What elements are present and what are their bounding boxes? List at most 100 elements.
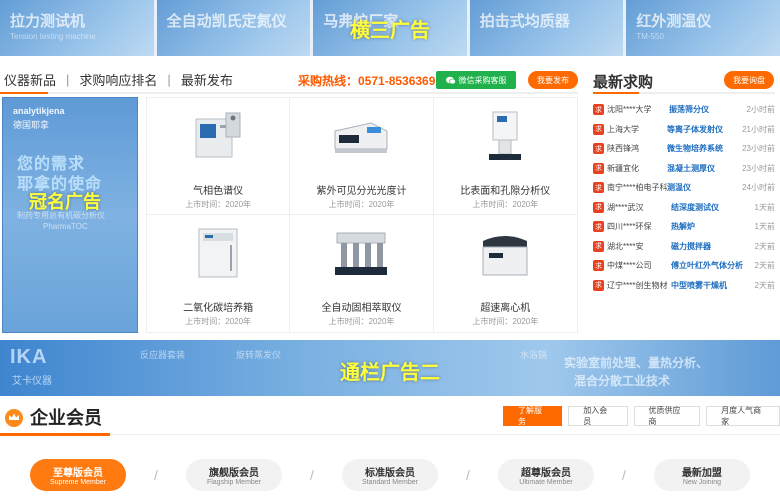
sponsor-ad-label: 冠名广告 bbox=[29, 192, 101, 212]
sponsor-product-model: PharmaTOC bbox=[43, 222, 88, 231]
request-row[interactable]: 求新疆宜化 混凝土测厚仪 23小时前 bbox=[593, 159, 775, 179]
request-buyer: 中煤****公司 bbox=[607, 261, 652, 271]
product-name: 全自动固相萃取仪 bbox=[321, 303, 402, 314]
product-card[interactable]: 气相色谱仪 上市时间：2020年 bbox=[147, 98, 291, 215]
request-buyer: 陕西锋鸿 bbox=[607, 144, 639, 154]
request-buyer: 四川****环保 bbox=[607, 222, 652, 232]
uv-spectrometer-icon bbox=[331, 110, 391, 164]
wechat-service-button[interactable]: 微信采购客服 bbox=[436, 71, 516, 89]
request-row[interactable]: 求沈阳****大学 振荡筛分仪 2小时前 bbox=[593, 100, 775, 120]
request-product-link[interactable]: 测温仪 bbox=[667, 182, 742, 193]
product-grid: 气相色谱仪 上市时间：2020年 紫外可见分光光度计 上市时间：2020年 比表… bbox=[146, 97, 578, 333]
tier-separator: / bbox=[310, 467, 314, 483]
members-header: 企业会员 bbox=[4, 404, 102, 430]
request-row[interactable]: 求中煤****公司 傅立叶红外气体分析 2天前 bbox=[593, 256, 775, 276]
request-buyer: 沈阳****大学 bbox=[607, 105, 652, 115]
product-name: 紫外可见分光光度计 bbox=[316, 186, 407, 197]
tier-name-en: New Joining bbox=[682, 479, 721, 486]
request-product-link[interactable]: 混凝土测厚仪 bbox=[667, 163, 742, 174]
product-card[interactable]: 超速离心机 上市时间：2020年 bbox=[434, 215, 577, 332]
request-time: 21小时前 bbox=[742, 124, 775, 134]
request-badge-icon: 求 bbox=[593, 240, 604, 252]
request-row[interactable]: 求辽宁****创生物材 中型喷雾干燥机 2天前 bbox=[593, 276, 775, 296]
request-buyer: 辽宁****创生物材 bbox=[607, 280, 668, 290]
tier-separator: / bbox=[466, 467, 470, 483]
product-date: 上市时间：2020年 bbox=[328, 200, 395, 209]
request-product-link[interactable]: 结深度测试仪 bbox=[671, 202, 751, 213]
request-row[interactable]: 求四川****环保 热解炉 1天前 bbox=[593, 217, 775, 237]
tier-separator: / bbox=[154, 467, 158, 483]
spe-instrument-icon bbox=[331, 227, 391, 281]
tab-purchase-ranking[interactable]: 求购响应排名 bbox=[79, 70, 167, 89]
sponsor-brand-cn: 德国耶拿 bbox=[13, 120, 50, 130]
publish-button[interactable]: 我要发布 bbox=[528, 71, 578, 89]
request-product-link[interactable]: 振荡筛分仪 bbox=[669, 104, 747, 115]
request-buyer: 湖北****安 bbox=[607, 241, 644, 251]
request-time: 2天前 bbox=[754, 261, 775, 271]
tier-standard[interactable]: 标准版会员 Standard Member bbox=[341, 459, 438, 491]
tier-new-joining[interactable]: 最新加盟 New Joining bbox=[653, 459, 750, 491]
tier-supreme[interactable]: 至尊版会员 Supreme Member bbox=[30, 459, 126, 491]
middle-banner-ad-label: 通栏广告二 bbox=[340, 362, 440, 384]
request-buyer: 新疆宜化 bbox=[607, 163, 639, 173]
request-time: 1天前 bbox=[754, 222, 775, 232]
request-product-link[interactable]: 傅立叶红外气体分析 bbox=[671, 260, 751, 271]
top-banner-label-wrap: 横三广告 bbox=[0, 0, 780, 56]
tier-name: 旗舰版会员 bbox=[208, 468, 259, 479]
request-row[interactable]: 求湖北****安 磁力搅拌器 2天前 bbox=[593, 237, 775, 257]
tier-name-en: Ultimate Member bbox=[519, 479, 573, 486]
product-name: 比表面和孔隙分析仪 bbox=[460, 186, 551, 197]
request-time: 1天前 bbox=[754, 202, 775, 212]
request-product-link[interactable]: 磁力搅拌器 bbox=[671, 241, 751, 252]
quality-supplier-button[interactable]: 优质供应商 bbox=[633, 406, 701, 426]
request-badge-icon: 求 bbox=[593, 123, 604, 135]
incubator-icon bbox=[188, 227, 248, 281]
request-row[interactable]: 求湖****武汉 结深度测试仪 1天前 bbox=[593, 198, 775, 218]
request-product-link[interactable]: 中型喷雾干燥机 bbox=[671, 280, 751, 291]
gc-instrument-icon bbox=[188, 110, 248, 164]
sponsor-ad[interactable]: analytikjena 德国耶拿 您的需求 耶拿的使命 制药专用总有机碳分析仪… bbox=[2, 97, 138, 333]
request-product-link[interactable]: 热解炉 bbox=[671, 221, 751, 232]
middle-banner-ad[interactable]: IKA 艾卡仪器 反应器套装 旋转蒸发仪 水浴锅 实验室前处理、量热分析、 混合… bbox=[0, 340, 780, 396]
request-row[interactable]: 求南宁****柏电子科 测温仪 24小时前 bbox=[593, 178, 775, 198]
join-member-button[interactable]: 加入会员 bbox=[568, 406, 628, 426]
request-badge-icon: 求 bbox=[593, 143, 604, 155]
request-badge-icon: 求 bbox=[593, 182, 604, 194]
request-time: 2小时前 bbox=[746, 105, 775, 115]
members-actions: 了解服务 加入会员 优质供应商 月度人气商家 bbox=[503, 406, 780, 426]
tab-separator: | bbox=[66, 72, 70, 87]
tier-name: 最新加盟 bbox=[681, 468, 722, 479]
request-badge-icon: 求 bbox=[593, 104, 604, 116]
tier-flagship[interactable]: 旗舰版会员 Flagship Member bbox=[185, 459, 282, 491]
monthly-popular-button[interactable]: 月度人气商家 bbox=[706, 406, 780, 426]
product-date: 上市时间：2020年 bbox=[328, 317, 395, 326]
inquiry-button[interactable]: 我要询盘 bbox=[724, 71, 774, 89]
tier-ultimate[interactable]: 超尊版会员 Ultimate Member bbox=[497, 459, 594, 491]
tier-name: 至尊版会员 bbox=[53, 468, 103, 479]
tab-latest-release[interactable]: 最新发布 bbox=[181, 70, 243, 89]
product-card[interactable]: 紫外可见分光光度计 上市时间：2020年 bbox=[290, 98, 434, 215]
product-name: 气相色谱仪 bbox=[193, 186, 244, 197]
request-row[interactable]: 求陕西锋鸿 微生物培养系统 23小时前 bbox=[593, 139, 775, 159]
request-time: 23小时前 bbox=[742, 163, 775, 173]
tab-separator: | bbox=[167, 72, 171, 87]
request-badge-icon: 求 bbox=[593, 221, 604, 233]
tier-name-en: Supreme Member bbox=[49, 479, 107, 486]
tab-new-instruments[interactable]: 仪器新品 bbox=[4, 70, 66, 89]
product-card[interactable]: 二氧化碳培养箱 上市时间：2020年 bbox=[147, 215, 291, 332]
product-card[interactable]: 比表面和孔隙分析仪 上市时间：2020年 bbox=[433, 98, 577, 215]
learn-service-button[interactable]: 了解服务 bbox=[503, 406, 563, 426]
request-row[interactable]: 求上海大学 等离子体发射仪 21小时前 bbox=[593, 120, 775, 140]
tier-name-en: Flagship Member bbox=[206, 479, 262, 486]
request-badge-icon: 求 bbox=[593, 201, 604, 213]
request-buyer: 南宁****柏电子科 bbox=[607, 183, 668, 193]
product-card[interactable]: 全自动固相萃取仪 上市时间：2020年 bbox=[290, 215, 434, 332]
tier-name-en: Standard Member bbox=[361, 479, 418, 486]
purchase-hotline: 采购热线：0571-85363692 bbox=[298, 74, 443, 88]
tier-separator: / bbox=[622, 467, 626, 483]
product-name: 二氧化碳培养箱 bbox=[183, 303, 254, 314]
request-product-link[interactable]: 等离子体发射仪 bbox=[667, 124, 742, 135]
members-underline bbox=[0, 433, 780, 436]
request-badge-icon: 求 bbox=[593, 279, 604, 291]
request-product-link[interactable]: 微生物培养系统 bbox=[667, 143, 742, 154]
